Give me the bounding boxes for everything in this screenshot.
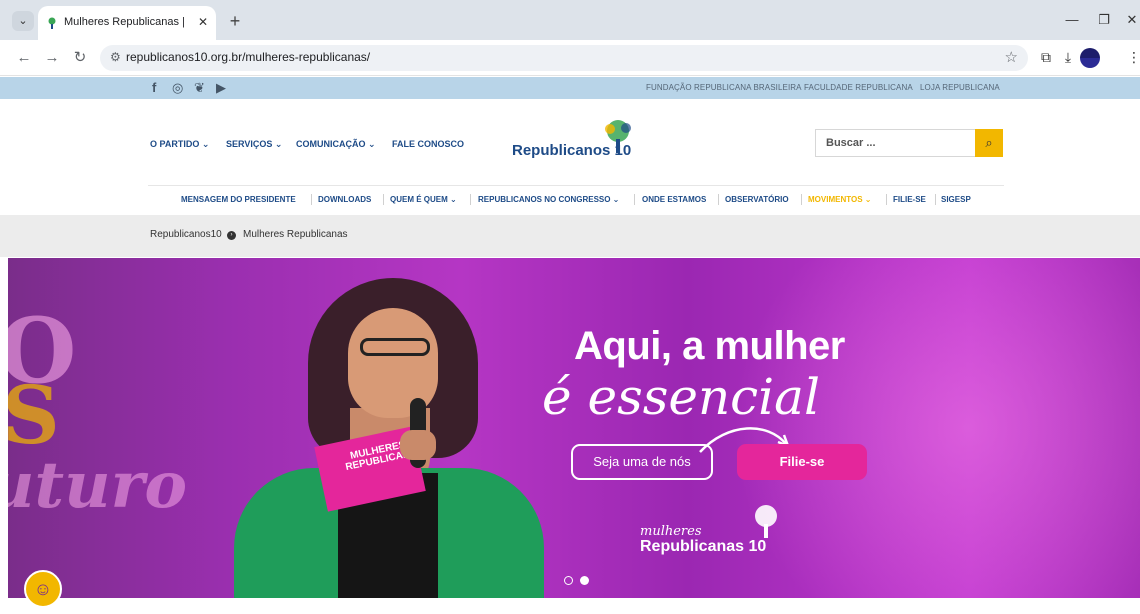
chat-widget-icon[interactable]: ☺ bbox=[24, 570, 62, 608]
download-icon[interactable]: ⤓ bbox=[1058, 49, 1078, 66]
site-header: O PARTIDO ⌄ SERVIÇOS ⌄ COMUNICAÇÃO ⌄ FAL… bbox=[0, 99, 1140, 215]
subnav-sigesp[interactable]: SIGESP bbox=[941, 195, 971, 204]
subnav-movimentos[interactable]: MOVIMENTOS ⌄ bbox=[808, 195, 871, 204]
new-tab-button[interactable]: + bbox=[224, 10, 246, 32]
search-icon[interactable]: ⌕ bbox=[975, 129, 1003, 157]
back-icon[interactable]: ← bbox=[14, 48, 34, 68]
address-bar[interactable]: ⚙ republicanos10.org.br/mulheres-republi… bbox=[100, 45, 1028, 71]
hero-banner[interactable]: O S uturo MULHERES REPUBLICANAS Aqui, a … bbox=[8, 258, 1140, 598]
favicon-icon bbox=[48, 17, 56, 29]
tab-search-icon[interactable]: ⌄ bbox=[12, 11, 34, 31]
browser-tab-bar: ⌄ Mulheres Republicanas | Republ... ✕ + … bbox=[0, 0, 1140, 40]
nav-comunicacao[interactable]: COMUNICAÇÃO ⌄ bbox=[296, 139, 376, 150]
url-text: republicanos10.org.br/mulheres-republica… bbox=[126, 50, 371, 64]
reload-icon[interactable]: ↻ bbox=[70, 48, 90, 68]
subnav-onde-estamos[interactable]: ONDE ESTAMOS bbox=[642, 195, 706, 204]
subnav-downloads[interactable]: DOWNLOADS bbox=[318, 195, 371, 204]
background-decor: uturo bbox=[8, 448, 188, 523]
extensions-icon[interactable]: ⧉ bbox=[1036, 49, 1056, 66]
restore-icon[interactable]: ❐ bbox=[1094, 12, 1114, 28]
site-topbar: f ◎ ❦ ▶ FUNDAÇÃO REPUBLICANA BRASILEIRA … bbox=[0, 77, 1140, 99]
subnav-separator bbox=[935, 194, 936, 205]
search-box: ⌕ bbox=[815, 129, 1003, 157]
brand-tree-icon bbox=[755, 505, 777, 538]
breadcrumb-current: Mulheres Republicanas bbox=[243, 229, 348, 240]
brand-mulheres: mulheres bbox=[640, 524, 702, 539]
topbar-link-loja[interactable]: LOJA REPUBLICANA bbox=[920, 83, 1000, 92]
subnav-separator bbox=[311, 194, 312, 205]
facebook-icon[interactable]: f bbox=[152, 80, 156, 95]
subnav-separator bbox=[886, 194, 887, 205]
subnav-mensagem[interactable]: MENSAGEM DO PRESIDENTE bbox=[181, 195, 296, 204]
topbar-link-faculdade[interactable]: FACULDADE REPUBLICANA bbox=[804, 83, 913, 92]
subnav-divider bbox=[148, 185, 1004, 186]
bookmark-star-icon[interactable]: ☆ bbox=[1005, 48, 1018, 66]
hero-headline: Aqui, a mulher bbox=[574, 324, 845, 368]
breadcrumb-home[interactable]: Republicanos10 bbox=[150, 229, 222, 240]
minimize-icon[interactable]: — bbox=[1062, 12, 1082, 27]
join-us-button[interactable]: Seja uma de nós bbox=[571, 444, 713, 480]
subnav-separator bbox=[801, 194, 802, 205]
woman-photo bbox=[400, 430, 436, 460]
site-logo[interactable]: Republicanos 10 bbox=[512, 142, 631, 159]
subnav-observatorio[interactable]: OBSERVATÓRIO bbox=[725, 195, 789, 204]
slide-dot-1[interactable] bbox=[564, 576, 573, 585]
site-info-icon[interactable]: ⚙ bbox=[110, 50, 121, 64]
menu-icon[interactable]: ⋮ bbox=[1124, 49, 1140, 66]
subnav-separator bbox=[470, 194, 471, 205]
tab-close-icon[interactable]: ✕ bbox=[195, 13, 211, 31]
slide-dot-2[interactable] bbox=[580, 576, 589, 585]
breadcrumb-separator-icon: › bbox=[227, 231, 236, 240]
topbar-link-fundacao[interactable]: FUNDAÇÃO REPUBLICANA BRASILEIRA bbox=[646, 83, 802, 92]
subnav-separator bbox=[634, 194, 635, 205]
forward-icon[interactable]: → bbox=[42, 48, 62, 68]
subnav-separator bbox=[383, 194, 384, 205]
nav-o-partido[interactable]: O PARTIDO ⌄ bbox=[150, 139, 209, 150]
subnav-filie-se[interactable]: FILIE-SE bbox=[893, 195, 926, 204]
close-window-icon[interactable]: ✕ bbox=[1122, 12, 1140, 28]
nav-servicos[interactable]: SERVIÇOS ⌄ bbox=[226, 139, 282, 150]
filie-se-button[interactable]: Filie-se bbox=[737, 444, 867, 480]
woman-photo bbox=[360, 338, 430, 356]
profile-avatar[interactable] bbox=[1080, 48, 1100, 68]
subnav-quem-e-quem[interactable]: QUEM É QUEM ⌄ bbox=[390, 195, 457, 204]
search-input[interactable] bbox=[816, 130, 976, 156]
subnav-separator bbox=[718, 194, 719, 205]
nav-fale-conosco[interactable]: FALE CONOSCO bbox=[392, 139, 464, 149]
youtube-icon[interactable]: ▶ bbox=[216, 80, 226, 96]
instagram-icon[interactable]: ◎ bbox=[172, 80, 183, 96]
hero-headline-script: é essencial bbox=[542, 368, 820, 426]
subnav-congresso[interactable]: REPUBLICANOS NO CONGRESSO ⌄ bbox=[478, 195, 619, 204]
twitter-icon[interactable]: ❦ bbox=[194, 80, 205, 96]
browser-toolbar: ← → ↻ ⚙ republicanos10.org.br/mulheres-r… bbox=[0, 40, 1140, 76]
breadcrumb: Republicanos10 › Mulheres Republicanas bbox=[0, 215, 1140, 257]
browser-tab[interactable]: Mulheres Republicanas | Republ... ✕ bbox=[38, 6, 216, 40]
brand-republicanas: Republicanas 10 bbox=[640, 538, 767, 555]
tab-title: Mulheres Republicanas | Republ... bbox=[64, 16, 186, 28]
